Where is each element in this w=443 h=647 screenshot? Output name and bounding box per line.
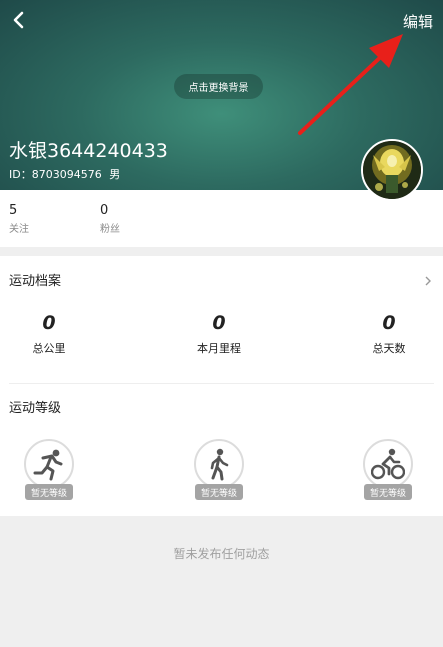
sport-profile-title[interactable]: 运动档案 — [9, 270, 61, 289]
walking-icon — [194, 439, 244, 489]
following-label: 关注 — [9, 224, 29, 235]
following-count: 5 — [9, 203, 18, 218]
change-background-button[interactable]: 点击更换背景 — [174, 74, 263, 99]
running-icon — [24, 439, 74, 489]
username: 水银3644240433 — [9, 140, 168, 162]
metric-label: 总天数 — [372, 342, 406, 355]
avatar[interactable] — [361, 139, 423, 201]
metric-value: 0 — [382, 312, 396, 334]
level-badge: 暂无等级 — [195, 484, 243, 500]
followers-stat[interactable]: 0 粉丝 — [100, 203, 120, 235]
edit-button[interactable]: 编辑 — [403, 11, 433, 32]
level-walking[interactable]: 暂无等级 — [194, 439, 244, 503]
metric-label: 本月里程 — [197, 342, 241, 355]
gender: 男 — [109, 168, 121, 181]
empty-feed-text: 暂未发布任何动态 — [173, 547, 270, 561]
followers-count: 0 — [100, 203, 109, 218]
metric-total-km: 0 总公里 — [0, 312, 99, 356]
level-running[interactable]: 暂无等级 — [24, 439, 74, 503]
level-badge: 暂无等级 — [25, 484, 73, 500]
cycling-icon — [363, 439, 413, 489]
back-icon[interactable] — [8, 8, 30, 32]
sport-level-title: 运动等级 — [9, 401, 62, 416]
metric-total-days: 0 总天数 — [339, 312, 439, 356]
chevron-right-icon[interactable] — [424, 272, 432, 291]
metric-label: 总公里 — [32, 342, 66, 355]
level-cycling[interactable]: 暂无等级 — [363, 439, 413, 503]
user-id-row: ID：8703094576 男 — [9, 166, 120, 182]
metric-value: 0 — [212, 312, 226, 334]
metric-value: 0 — [42, 312, 56, 334]
followers-label: 粉丝 — [100, 224, 120, 235]
divider — [9, 383, 434, 384]
sport-card: 运动档案 0 总公里 0 本月里程 0 总天数 运动等级 暂无等级 暂无等级 暂… — [0, 256, 443, 516]
level-badge: 暂无等级 — [364, 484, 412, 500]
metric-month-distance: 0 本月里程 — [169, 312, 269, 356]
user-id: ID：8703094576 — [9, 168, 102, 181]
follow-stats: 5 关注 0 粉丝 — [0, 190, 443, 247]
following-stat[interactable]: 5 关注 — [9, 203, 29, 235]
